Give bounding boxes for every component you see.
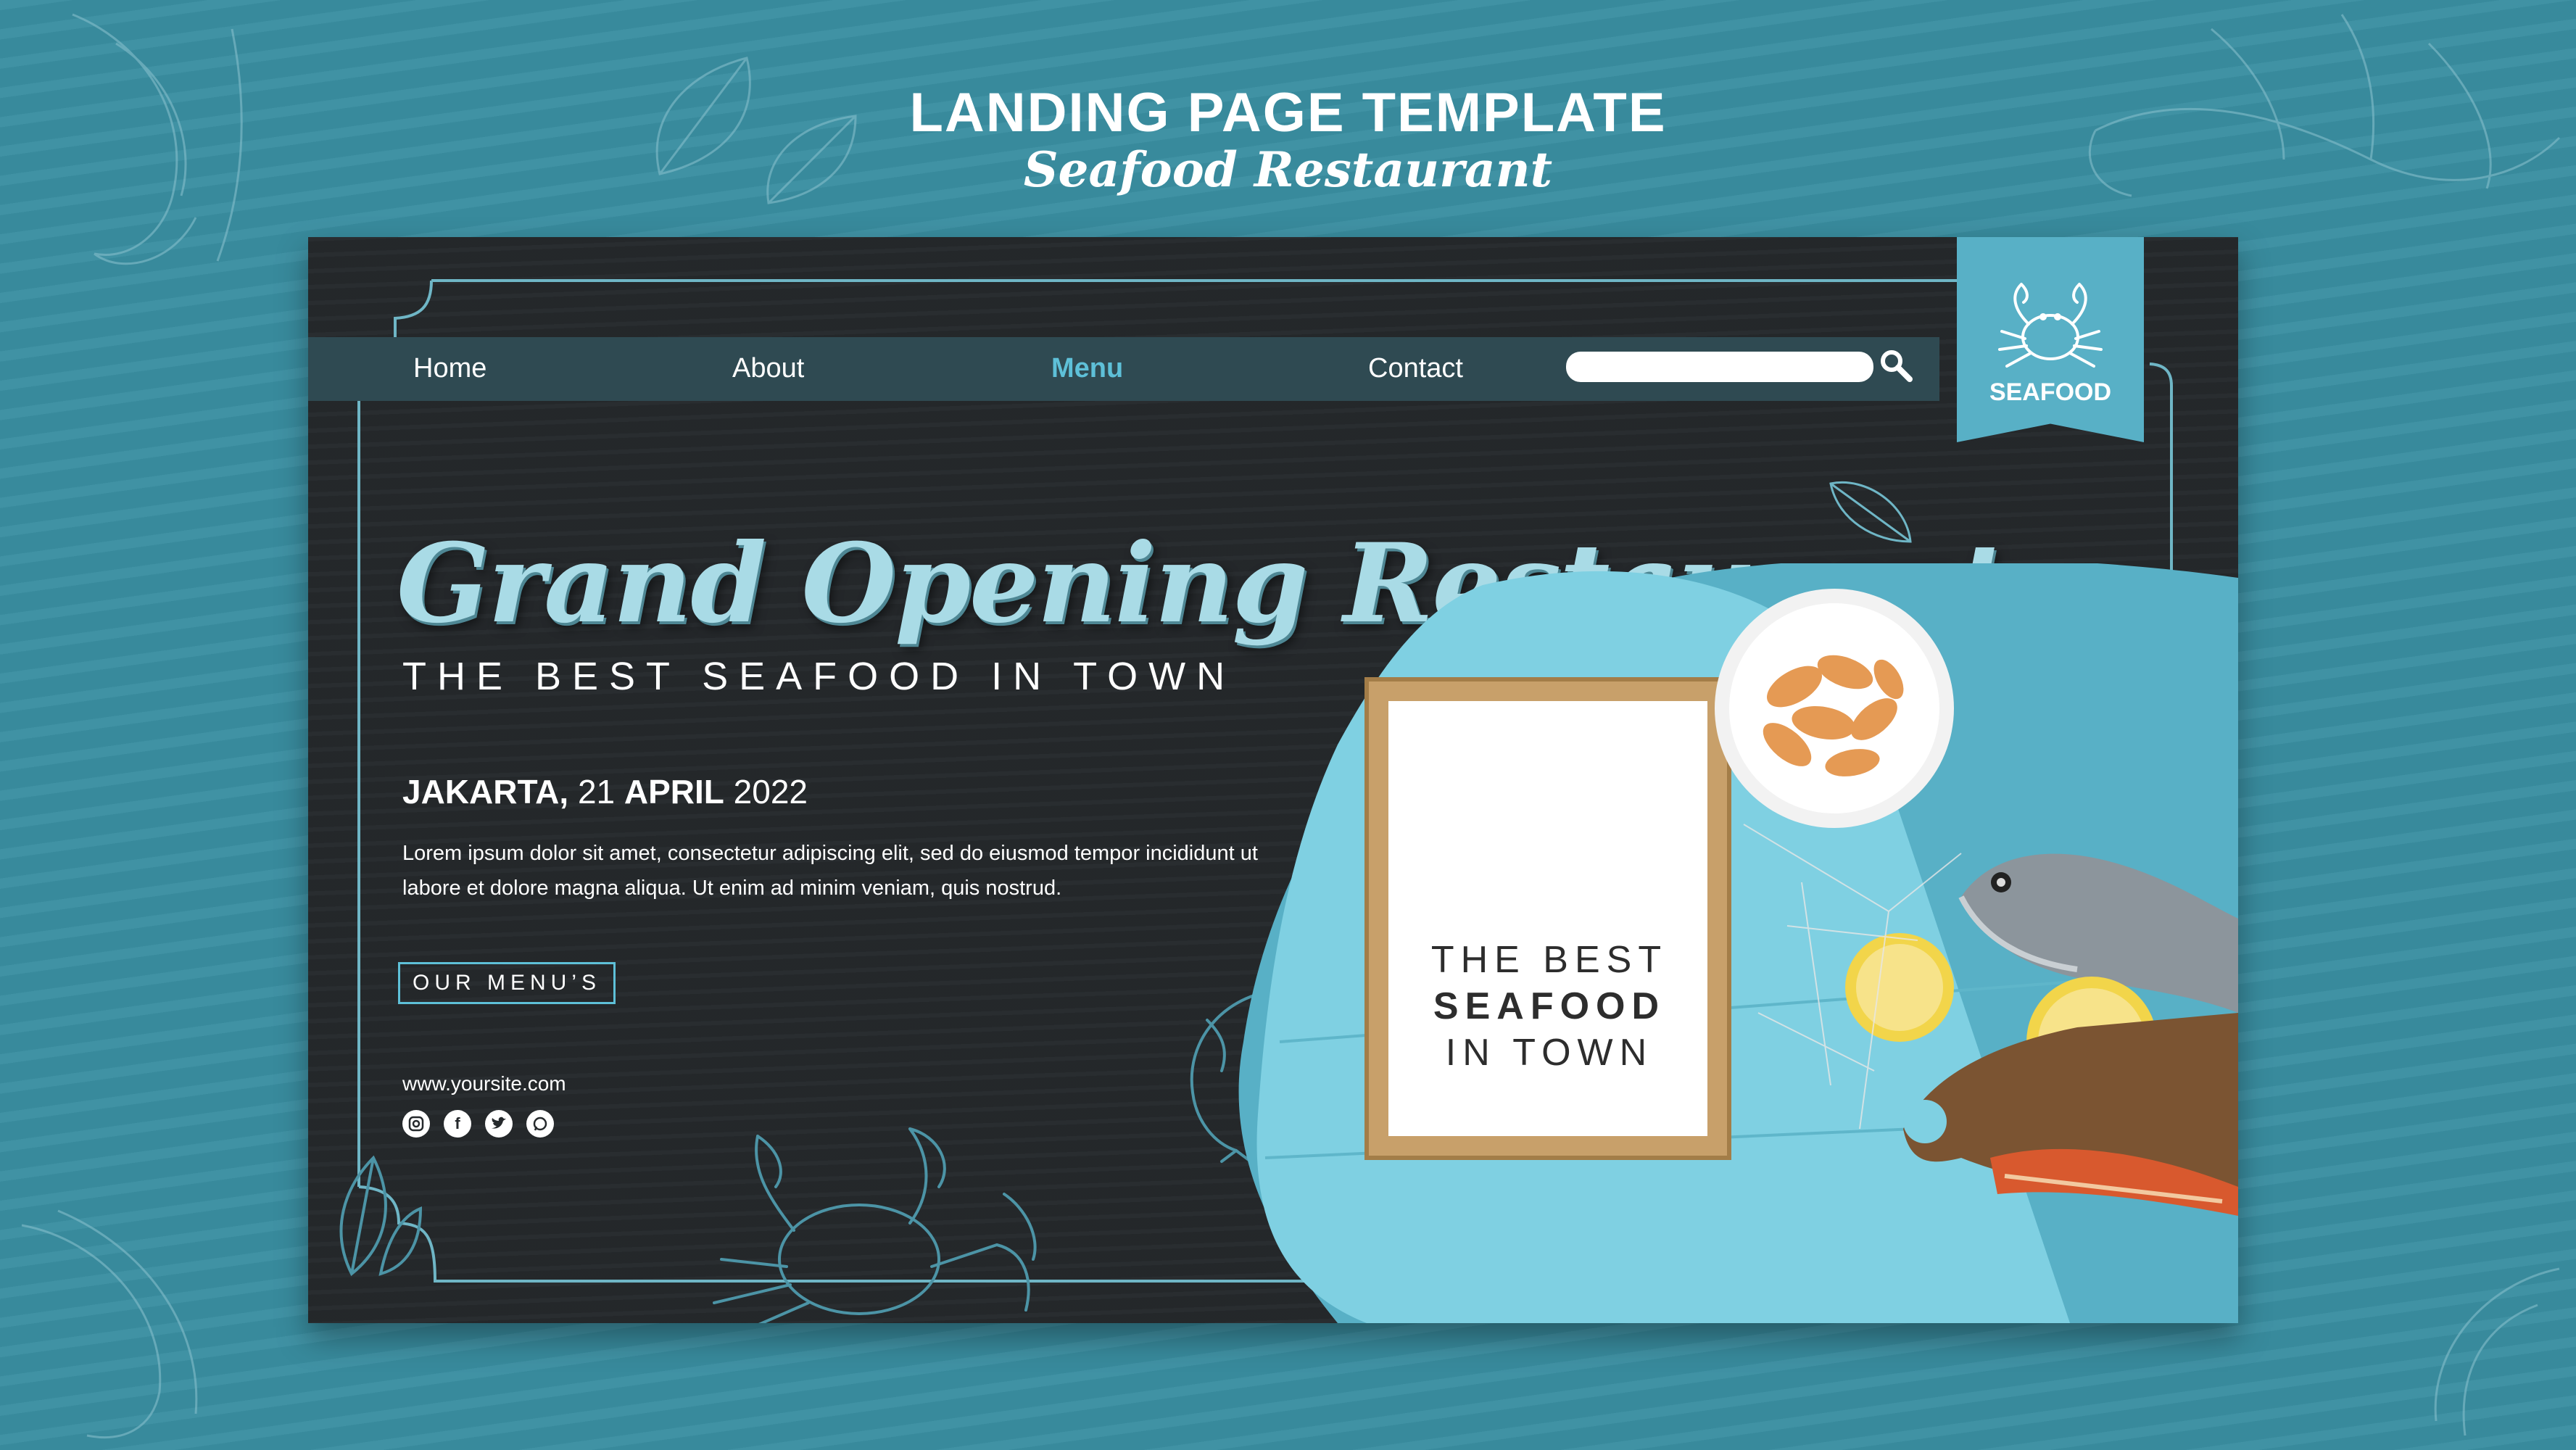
nav-contact[interactable]: Contact [1368, 353, 1463, 384]
brand-label: SEAFOOD [1989, 378, 2112, 406]
shrimp-doodle-icon [21, 1209, 198, 1438]
crab-doodle-icon [713, 1127, 1037, 1323]
landing-page-card: Home About Menu Contact SEAFOOD Grand Op… [308, 237, 2238, 1323]
nav-about[interactable]: About [732, 353, 804, 384]
nav-menu[interactable]: Menu [1051, 353, 1123, 384]
sign-line-2: SEAFOOD [1433, 985, 1666, 1027]
search-icon[interactable] [1878, 347, 1914, 384]
template-subtitle: Seafood Restaurant [1023, 141, 1553, 198]
hero-tagline: THE BEST SEAFOOD IN TOWN [402, 655, 1236, 698]
date-month: APRIL [624, 773, 724, 811]
template-title: LANDING PAGE TEMPLATE [909, 82, 1667, 144]
sign-line-1: THE BEST [1430, 939, 1668, 981]
twitter-icon[interactable] [485, 1110, 513, 1138]
hero-description: Lorem ipsum dolor sit amet, consectetur … [402, 842, 1258, 900]
shrimp-doodle-icon [2434, 1267, 2560, 1436]
website-link[interactable]: www.yoursite.com [402, 1072, 566, 1095]
date-city: JAKARTA, [402, 773, 569, 811]
crab-icon [1998, 283, 2103, 368]
date-year: 2022 [733, 773, 808, 811]
our-menu-button[interactable]: OUR MENU’S [398, 962, 616, 1004]
facebook-icon[interactable]: f [444, 1110, 471, 1138]
leaf-doodle-icon [339, 1155, 423, 1277]
instagram-icon[interactable] [402, 1110, 430, 1138]
nav-home[interactable]: Home [413, 353, 486, 384]
date-day: 21 [577, 773, 616, 811]
search-input[interactable] [1566, 352, 1873, 382]
sign-line-3: IN TOWN [1445, 1032, 1654, 1074]
whatsapp-icon[interactable] [526, 1110, 554, 1138]
sign-text: THE BEST SEAFOOD IN TOWN [1386, 937, 1712, 1076]
event-date: JAKARTA, 21 APRIL 2022 [402, 772, 808, 811]
